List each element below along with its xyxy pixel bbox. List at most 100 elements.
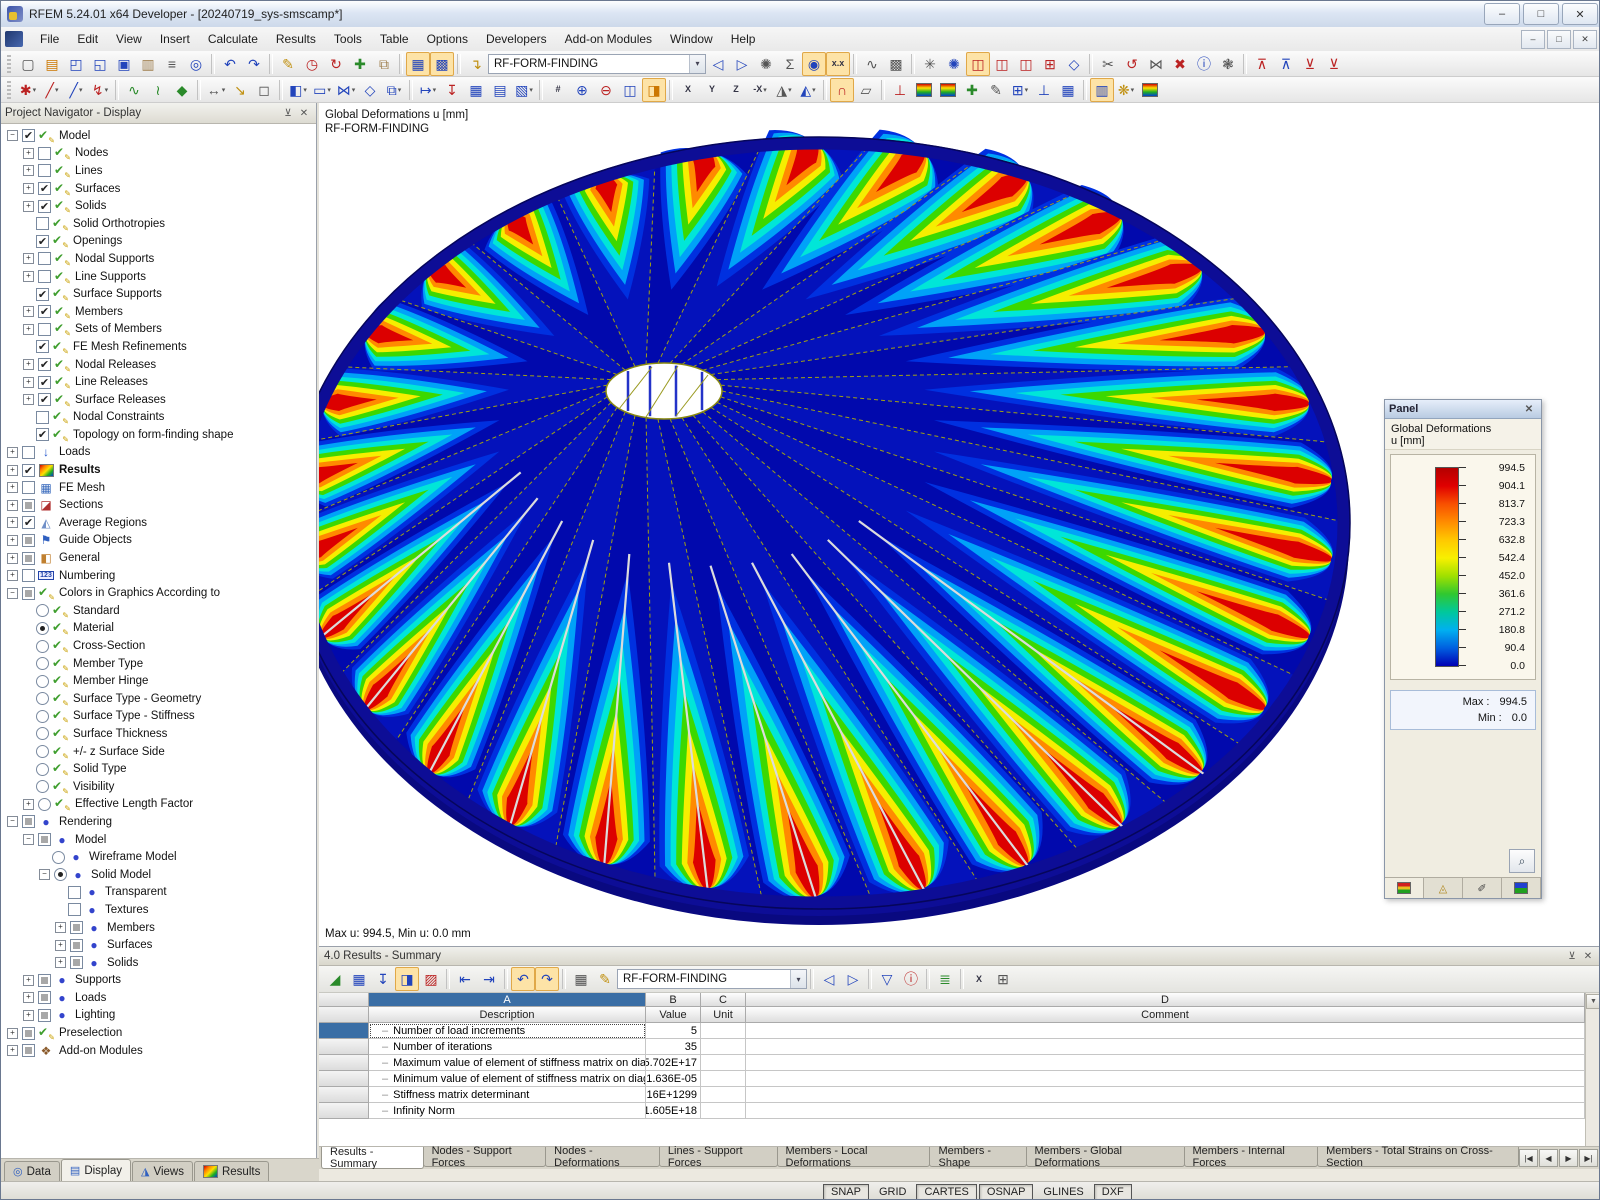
- row-header[interactable]: [319, 1039, 369, 1055]
- checkbox[interactable]: ✔: [22, 464, 35, 477]
- mdi-minimize-button[interactable]: –: [1521, 30, 1545, 49]
- supports-display-button[interactable]: ⊥: [888, 78, 912, 102]
- loads-display-button[interactable]: ✚: [960, 78, 984, 102]
- tree-item-average-regions[interactable]: +✔◭Average Regions: [1, 514, 316, 532]
- menu-window[interactable]: Window: [661, 29, 722, 49]
- document-icon[interactable]: [5, 31, 23, 47]
- table-settings-button[interactable]: ▦: [347, 967, 371, 991]
- expander-icon[interactable]: +: [23, 1010, 34, 1021]
- navigator-tab-display[interactable]: ▤Display: [61, 1159, 131, 1181]
- expander-icon[interactable]: +: [55, 922, 66, 933]
- model-viewport[interactable]: Global Deformations u [mm] RF-FORM-FINDI…: [319, 103, 1600, 946]
- results-isosurfaces-button[interactable]: [936, 78, 960, 102]
- delete-objects-button[interactable]: ✖: [1168, 52, 1192, 76]
- result-filter-button[interactable]: ▨: [419, 967, 443, 991]
- menu-add-on-modules[interactable]: Add-on Modules: [556, 29, 661, 49]
- unit-cell[interactable]: [701, 1055, 746, 1071]
- expander-icon[interactable]: −: [7, 588, 18, 599]
- results-panel[interactable]: Panel ✕ Global Deformations u [mm] 994.5…: [1384, 399, 1542, 899]
- expander-icon[interactable]: +: [23, 183, 34, 194]
- expander-icon[interactable]: +: [23, 201, 34, 212]
- description-cell[interactable]: –Number of iterations: [369, 1039, 646, 1055]
- unit-cell[interactable]: [701, 1071, 746, 1087]
- new-line-arc-button[interactable]: ╱▾: [64, 78, 88, 102]
- chevron-down-icon[interactable]: ▾: [790, 970, 806, 988]
- zoom-in-button[interactable]: ⊕: [570, 78, 594, 102]
- comment-cell[interactable]: [746, 1071, 1585, 1087]
- object-info-button[interactable]: ⓘ: [1192, 52, 1216, 76]
- status-toggle-snap[interactable]: SNAP: [823, 1184, 869, 1200]
- next-tab-button[interactable]: ▶: [1559, 1149, 1578, 1167]
- tree-item-add-on-modules[interactable]: +❖Add-on Modules: [1, 1042, 316, 1060]
- checkbox[interactable]: ✔: [36, 235, 49, 248]
- checkbox[interactable]: [38, 147, 51, 160]
- tree-item-sets-of-members[interactable]: +✔✎Sets of Members: [1, 321, 316, 339]
- generate-surfaces-button[interactable]: ▦: [464, 78, 488, 102]
- checkbox[interactable]: [70, 939, 83, 952]
- tree-item-visibility[interactable]: ✔✎Visibility: [1, 778, 316, 796]
- new-solid-button[interactable]: ◇: [358, 78, 382, 102]
- table-tab-lines-support-forces[interactable]: Lines - Support Forces: [659, 1147, 778, 1167]
- result-info-button[interactable]: ⓘ: [899, 967, 923, 991]
- column-letter[interactable]: C: [701, 993, 746, 1007]
- new-surface-corner-button[interactable]: ◆: [170, 78, 194, 102]
- table-scrollbar[interactable]: ▼: [1585, 993, 1600, 1146]
- expander-icon[interactable]: −: [39, 869, 50, 880]
- comment-cell[interactable]: [746, 1087, 1585, 1103]
- panel-title-bar[interactable]: Panel ✕: [1385, 400, 1541, 419]
- move-right-button[interactable]: ⇥: [477, 967, 501, 991]
- next-table-button[interactable]: ▷: [841, 967, 865, 991]
- generators-button[interactable]: ❃: [1216, 52, 1240, 76]
- checkbox[interactable]: [38, 991, 51, 1004]
- expander-icon[interactable]: +: [23, 359, 34, 370]
- export-table-button[interactable]: ◢: [323, 967, 347, 991]
- unit-cell[interactable]: [701, 1087, 746, 1103]
- generate-loads-button[interactable]: ▧▾: [512, 78, 536, 102]
- tree-item-wireframe-model[interactable]: ●Wireframe Model: [1, 848, 316, 866]
- tree-item-fe-mesh[interactable]: +▦FE Mesh: [1, 479, 316, 497]
- expander-icon[interactable]: +: [7, 535, 18, 546]
- value-cell[interactable]: 1.605E+18: [646, 1103, 701, 1119]
- value-cell[interactable]: 5: [646, 1023, 701, 1039]
- magnifier-icon[interactable]: ⌕: [1509, 849, 1535, 873]
- expander-icon[interactable]: +: [7, 1045, 18, 1056]
- tree-item-solid-orthotropies[interactable]: ✔✎Solid Orthotropies: [1, 215, 316, 233]
- value-cell[interactable]: 1.636E-05: [646, 1071, 701, 1087]
- expander-icon[interactable]: +: [7, 482, 18, 493]
- open-file-button[interactable]: ▤: [40, 52, 64, 76]
- table-grid-button[interactable]: ▦: [569, 967, 593, 991]
- next-load-case-button[interactable]: ▷: [730, 52, 754, 76]
- grid-settings-button[interactable]: ⊞: [1038, 52, 1062, 76]
- previous-load-case-button[interactable]: ◁: [706, 52, 730, 76]
- tree-item-effective-length-factor[interactable]: +✔✎Effective Length Factor: [1, 796, 316, 814]
- zoom-time-button[interactable]: ◷: [300, 52, 324, 76]
- comment-cell[interactable]: [746, 1055, 1585, 1071]
- expander-icon[interactable]: −: [23, 834, 34, 845]
- menu-view[interactable]: View: [107, 29, 151, 49]
- new-polyline-button[interactable]: ↯▾: [88, 78, 112, 102]
- tree-item-solid-type[interactable]: ✔✎Solid Type: [1, 760, 316, 778]
- row-header[interactable]: [319, 1087, 369, 1103]
- visibility-mode-button[interactable]: ◮▾: [772, 78, 796, 102]
- tree-item-guide-objects[interactable]: +⚑Guide Objects: [1, 532, 316, 550]
- checkbox[interactable]: ✔: [36, 340, 49, 353]
- column-header[interactable]: Description: [369, 1007, 646, 1023]
- move-left-button[interactable]: ⇤: [453, 967, 477, 991]
- description-cell[interactable]: –Number of load increments: [369, 1023, 646, 1039]
- tree-item-line-supports[interactable]: +✔✎Line Supports: [1, 268, 316, 286]
- project-objects-button[interactable]: ↧: [440, 78, 464, 102]
- axis-systems-button[interactable]: ⊥: [1032, 78, 1056, 102]
- expander-icon[interactable]: +: [23, 377, 34, 388]
- member-diagrams-button[interactable]: ∿: [860, 52, 884, 76]
- checkbox[interactable]: [22, 499, 35, 512]
- row-header[interactable]: [319, 1023, 369, 1039]
- checkbox[interactable]: [70, 921, 83, 934]
- pin-icon[interactable]: ⊻: [1564, 949, 1580, 964]
- save-all-button[interactable]: ◱: [88, 52, 112, 76]
- row-header[interactable]: [319, 1055, 369, 1071]
- save-as-button[interactable]: ◰: [64, 52, 88, 76]
- tree-item-results[interactable]: +✔Results: [1, 461, 316, 479]
- tree-item-material[interactable]: ✔✎Material: [1, 620, 316, 638]
- undo-table-button[interactable]: ↶: [511, 967, 535, 991]
- tree-item-model[interactable]: −✔✔✎Model: [1, 127, 316, 145]
